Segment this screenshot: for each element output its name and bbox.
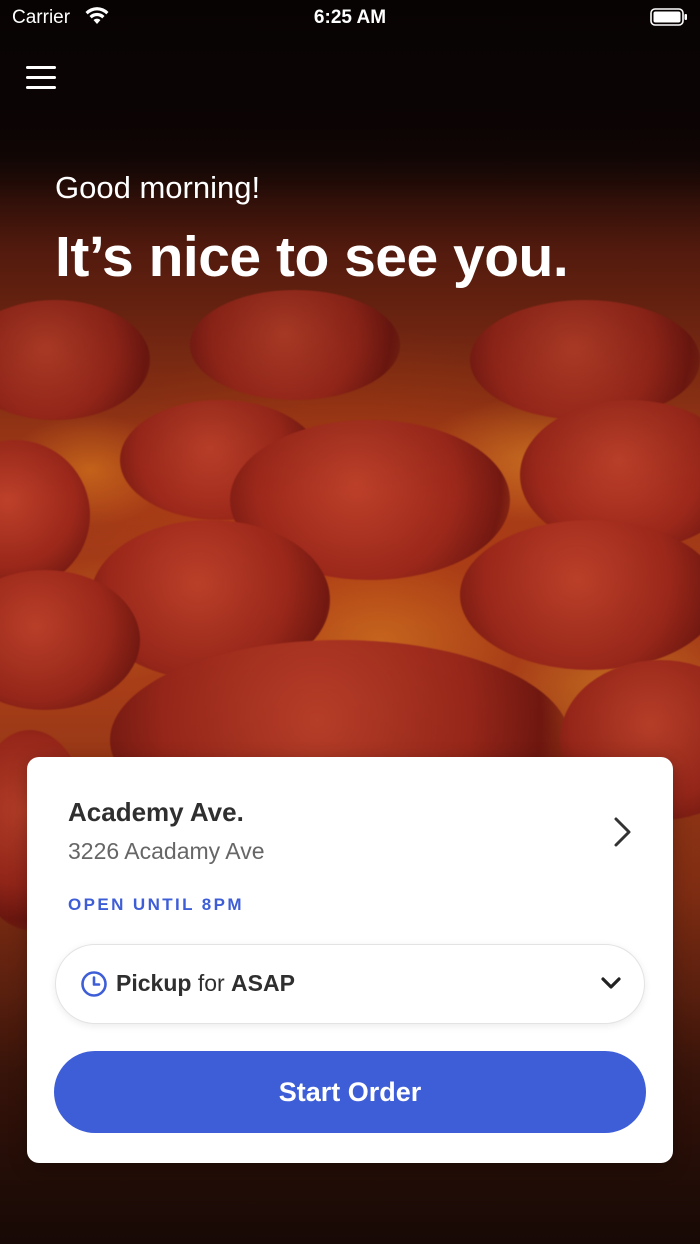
chevron-right-icon[interactable] xyxy=(611,815,635,849)
status-time: 6:25 AM xyxy=(313,7,387,28)
store-name[interactable]: Academy Ave. xyxy=(68,797,244,828)
order-mode-connector: for xyxy=(197,970,225,996)
store-address: 3226 Acadamy Ave xyxy=(68,838,265,864)
page-headline: It’s nice to see you. xyxy=(55,225,569,289)
greeting-text: Good morning! xyxy=(55,170,261,205)
start-order-button[interactable]: Start Order xyxy=(54,1051,646,1133)
order-time-value: ASAP xyxy=(231,970,295,996)
order-mode-value: Pickup xyxy=(116,970,192,996)
chevron-down-icon xyxy=(601,977,621,989)
store-hours: OPEN UNTIL 8PM xyxy=(68,895,244,914)
clock-icon xyxy=(81,971,107,997)
store-order-card: Academy Ave. 3226 Acadamy Ave OPEN UNTIL… xyxy=(27,757,673,1163)
battery-icon xyxy=(650,8,687,26)
order-mode-dropdown[interactable]: Pickup for ASAP xyxy=(55,944,645,1024)
hamburger-menu-icon[interactable] xyxy=(26,66,56,92)
order-mode-label: Pickup for ASAP xyxy=(116,970,295,997)
status-bar: Carrier 6:25 AM xyxy=(0,0,700,36)
